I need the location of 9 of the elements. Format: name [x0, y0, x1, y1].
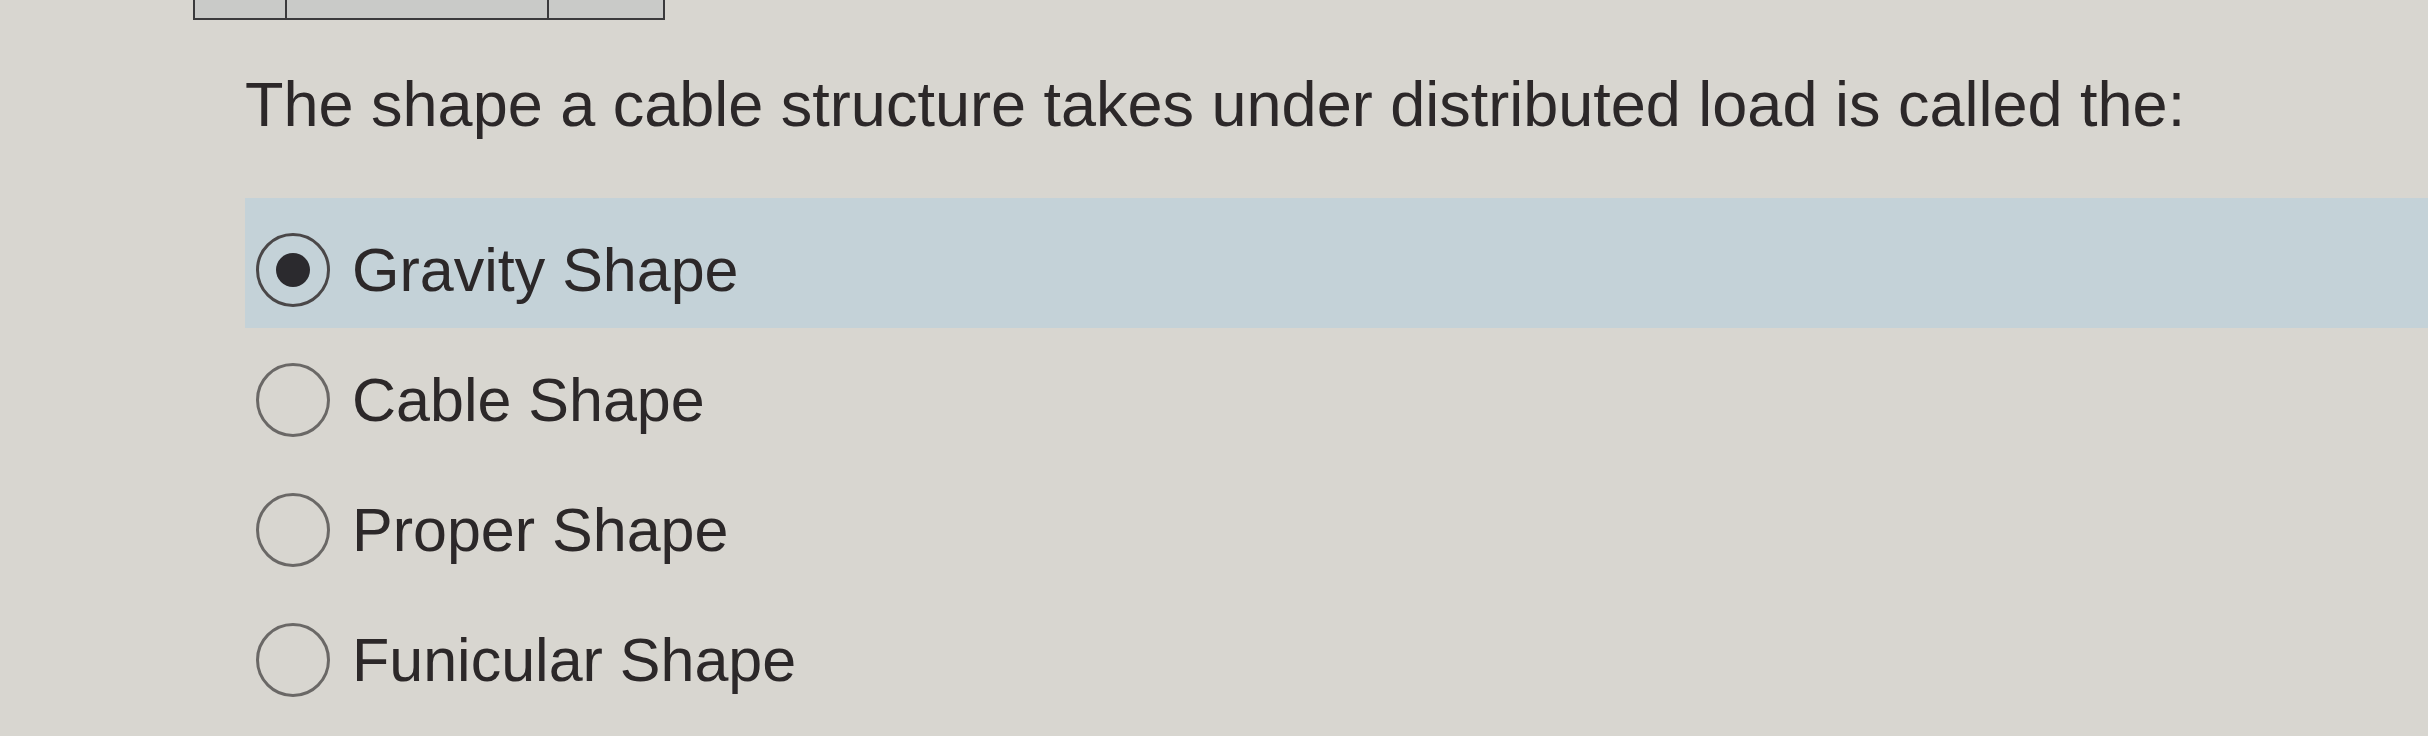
radio-button[interactable] — [256, 493, 330, 567]
answer-option[interactable]: Gravity Shape — [245, 198, 2428, 328]
answer-option[interactable]: Funicular Shape — [245, 588, 807, 718]
radio-button[interactable] — [256, 623, 330, 697]
answer-option[interactable]: Cable Shape — [245, 328, 715, 458]
radio-button[interactable] — [256, 233, 330, 307]
question-text: The shape a cable structure takes under distributed load is called the: — [245, 68, 2186, 140]
radio-button[interactable] — [256, 363, 330, 437]
answer-option[interactable]: Proper Shape — [245, 458, 739, 588]
